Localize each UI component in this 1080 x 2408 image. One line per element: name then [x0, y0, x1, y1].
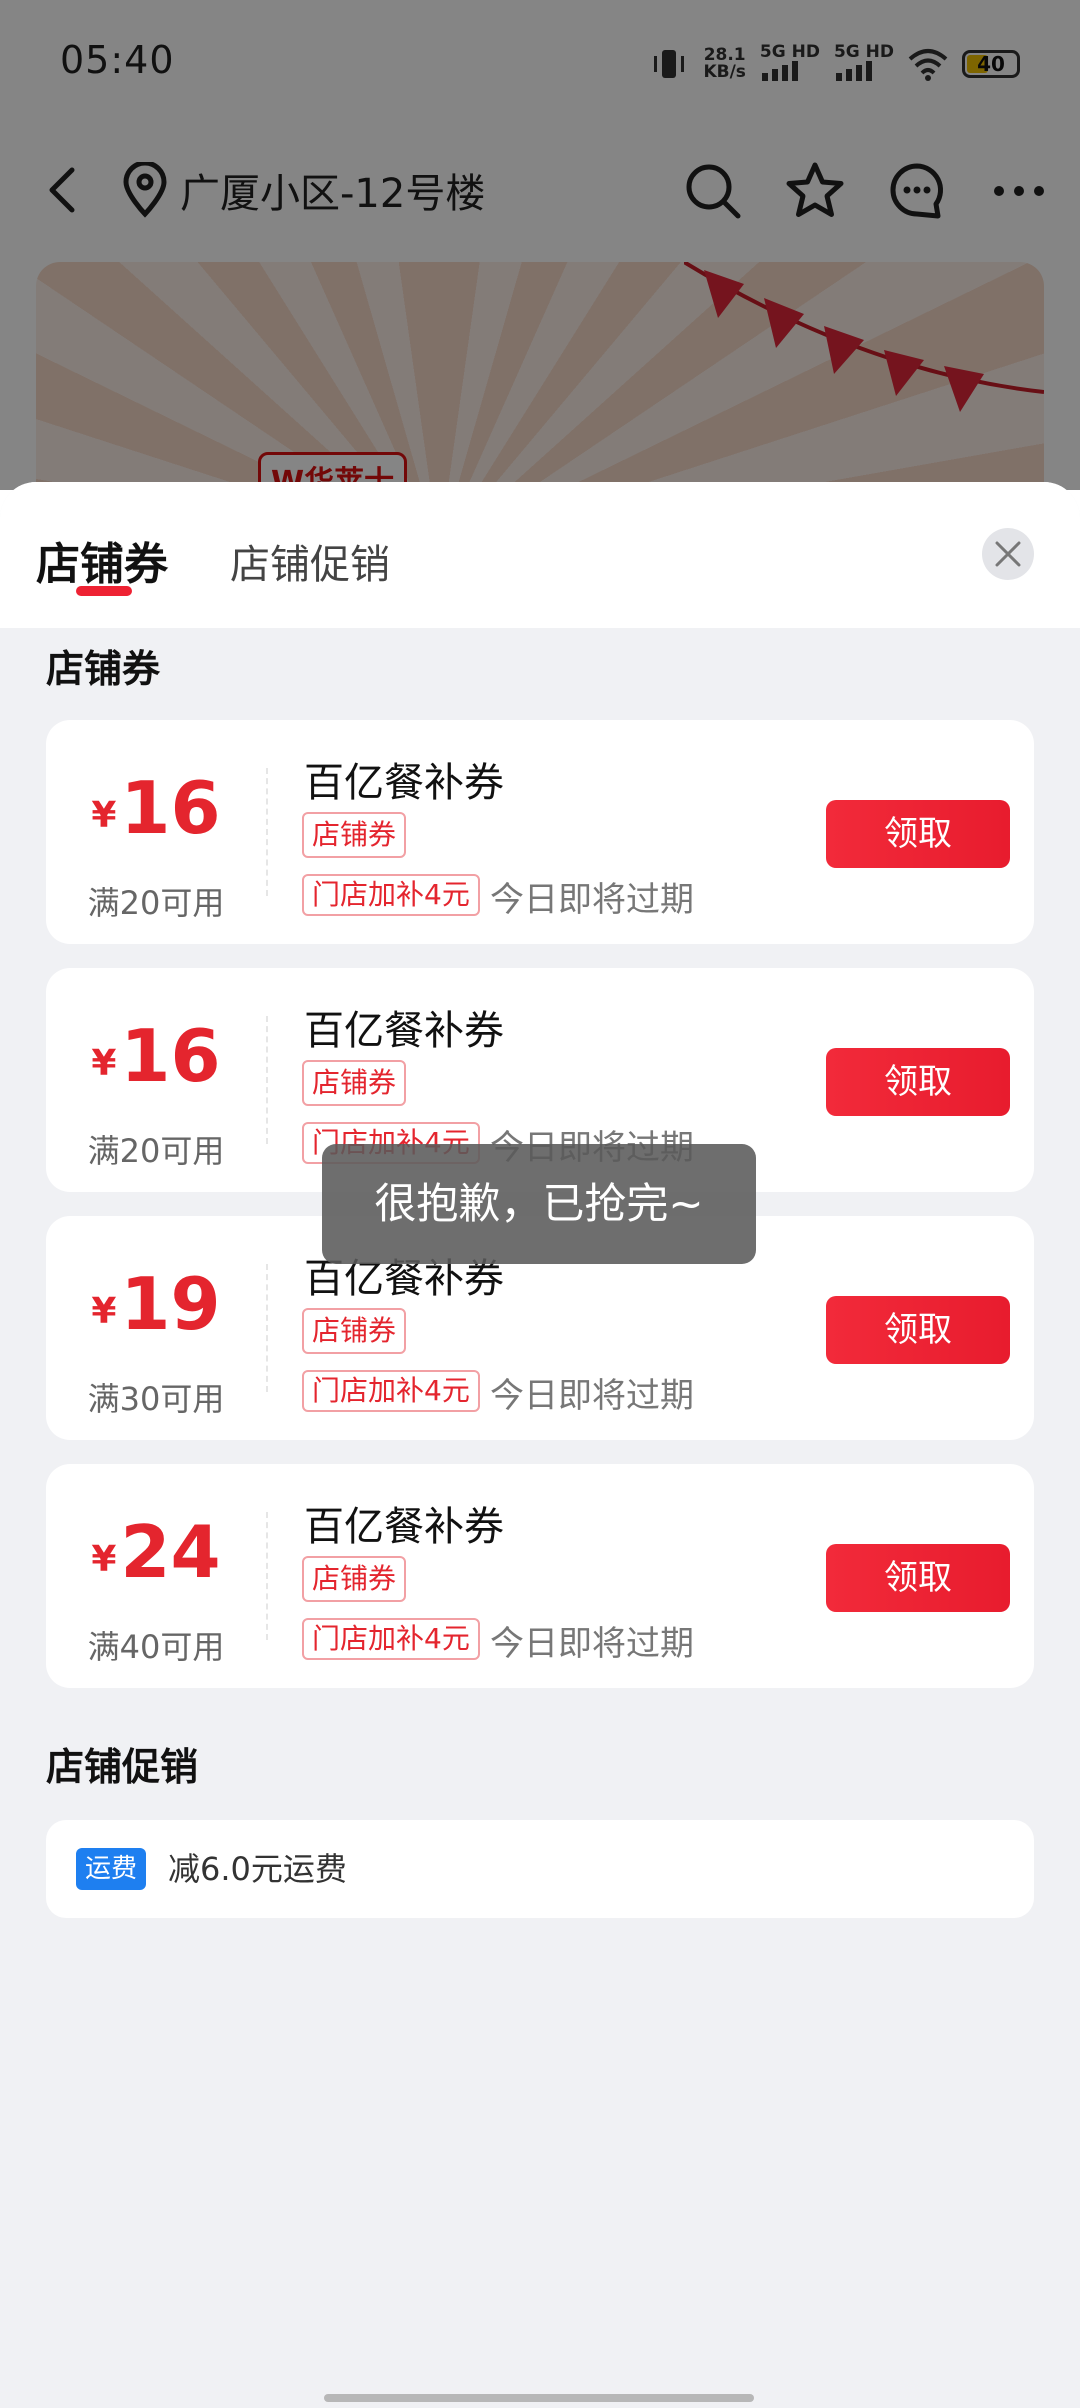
currency-symbol: ¥	[91, 1539, 117, 1580]
coupon-sheet: 店铺券 店铺促销 店铺券 ¥16 满20可用 百亿餐补券 店铺券 门店加补4元 …	[0, 482, 1080, 2408]
coupon-card: ¥16 满20可用 百亿餐补券 店铺券 门店加补4元 今日即将过期 领取	[46, 720, 1034, 944]
coupon-divider	[266, 1512, 268, 1640]
coupon-value-area: ¥19 满30可用	[46, 1216, 266, 1440]
claim-button[interactable]: 领取	[826, 800, 1010, 868]
sheet-header: 店铺券 店铺促销	[0, 482, 1080, 628]
coupon-type-tag: 店铺券	[302, 1556, 407, 1602]
active-tab-indicator	[76, 586, 132, 596]
claim-button[interactable]: 领取	[826, 1296, 1010, 1364]
coupon-subsidy-tag: 门店加补4元	[302, 1370, 480, 1412]
coupon-subsidy-tag: 门店加补4元	[302, 1618, 480, 1660]
currency-symbol: ¥	[91, 1291, 117, 1332]
currency-symbol: ¥	[91, 795, 117, 836]
shipping-tag: 运费	[76, 1848, 147, 1890]
coupon-value-area: ¥16 满20可用	[46, 968, 266, 1192]
close-icon	[995, 541, 1021, 567]
coupon-amount: ¥19	[46, 1262, 266, 1346]
coupon-type-tag: 店铺券	[302, 1060, 407, 1106]
coupon-name: 百亿餐补券	[304, 760, 504, 806]
close-button[interactable]	[982, 528, 1034, 580]
coupon-condition: 满20可用	[87, 1132, 225, 1170]
coupon-divider	[266, 1264, 268, 1392]
coupon-section-title: 店铺券	[46, 647, 161, 691]
coupon-condition: 满40可用	[87, 1628, 225, 1666]
coupon-amount-value: 24	[120, 1510, 221, 1594]
coupon-amount: ¥24	[46, 1510, 266, 1594]
coupon-amount-value: 16	[120, 1014, 221, 1098]
coupon-amount: ¥16	[46, 766, 266, 850]
coupon-divider	[266, 1016, 268, 1144]
coupon-amount: ¥16	[46, 1014, 266, 1098]
coupon-type-tag: 店铺券	[302, 812, 407, 858]
coupon-name: 百亿餐补券	[304, 1008, 504, 1054]
promo-section-title: 店铺促销	[46, 1745, 199, 1789]
coupon-expiry: 今日即将过期	[490, 1376, 694, 1416]
coupon-subsidy-tag: 门店加补4元	[302, 874, 480, 916]
coupon-value-area: ¥16 满20可用	[46, 720, 266, 944]
coupon-expiry: 今日即将过期	[490, 880, 694, 920]
coupon-card: ¥24 满40可用 百亿餐补券 店铺券 门店加补4元 今日即将过期 领取	[46, 1464, 1034, 1688]
coupon-condition: 满30可用	[87, 1380, 225, 1418]
currency-symbol: ¥	[91, 1043, 117, 1084]
coupon-amount-value: 19	[120, 1262, 221, 1346]
coupon-expiry: 今日即将过期	[490, 1624, 694, 1664]
promotion-text: 减6.0元运费	[168, 1850, 347, 1888]
coupon-amount-value: 16	[120, 766, 221, 850]
tab-store-coupons[interactable]: 店铺券	[36, 528, 168, 592]
coupon-divider	[266, 768, 268, 896]
home-indicator[interactable]	[324, 2394, 754, 2402]
coupon-value-area: ¥24 满40可用	[46, 1464, 266, 1688]
coupon-condition: 满20可用	[87, 884, 225, 922]
coupon-name: 百亿餐补券	[304, 1504, 504, 1550]
modal-overlay[interactable]	[0, 0, 1080, 490]
claim-button[interactable]: 领取	[826, 1544, 1010, 1612]
tab-store-promotions[interactable]: 店铺促销	[230, 532, 390, 590]
toast-message: 很抱歉，已抢完~	[322, 1144, 756, 1264]
promotion-item: 运费 减6.0元运费	[46, 1820, 1034, 1918]
claim-button[interactable]: 领取	[826, 1048, 1010, 1116]
coupon-type-tag: 店铺券	[302, 1308, 407, 1354]
